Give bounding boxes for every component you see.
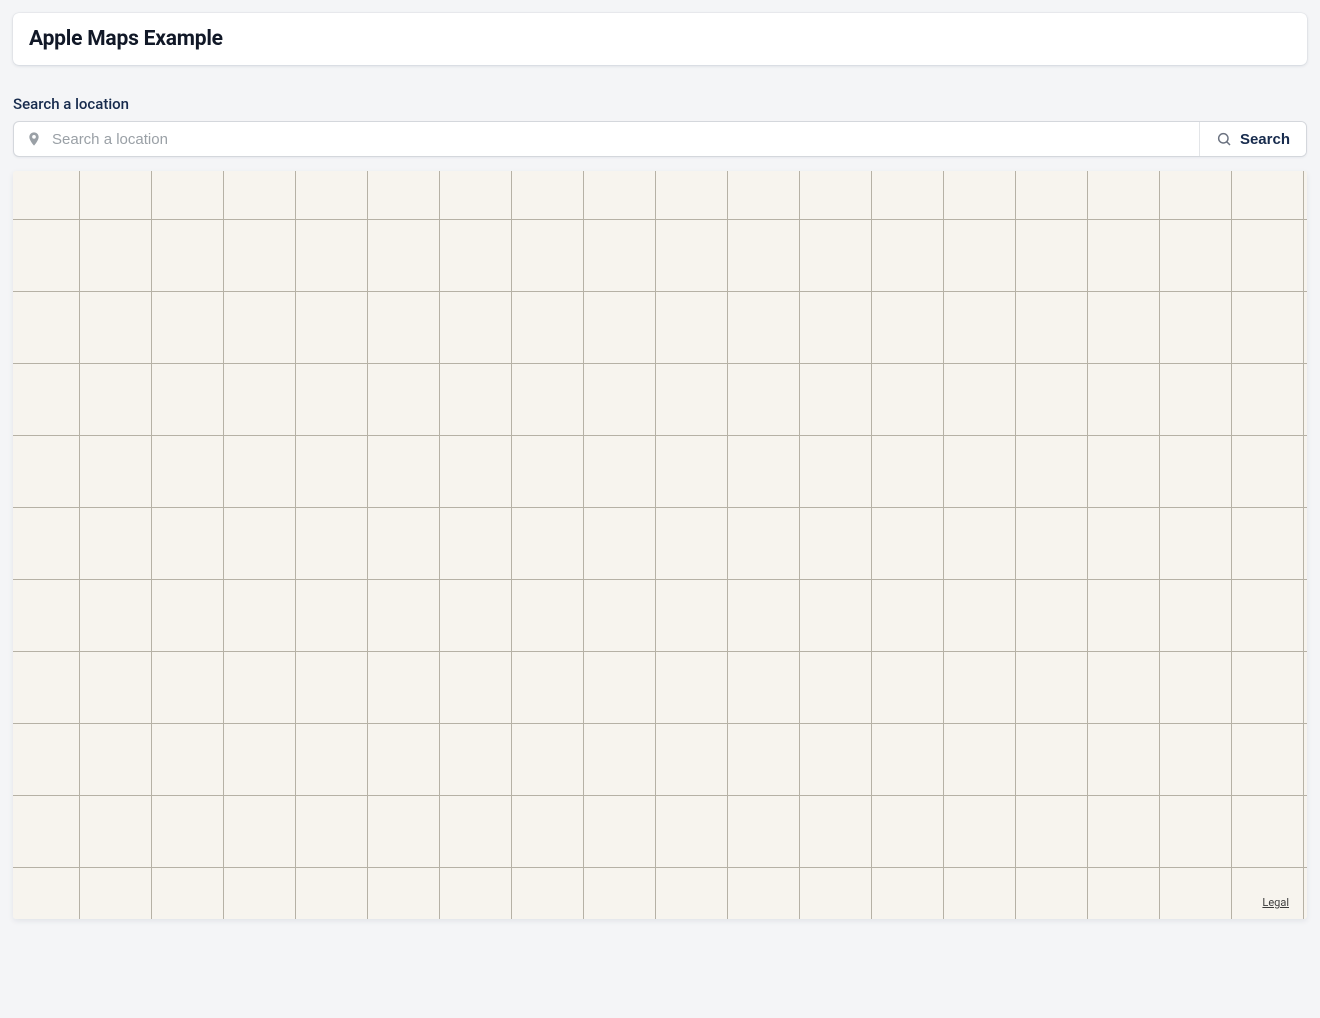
search-label: Search a location [13,95,1307,113]
map-legal-link[interactable]: Legal [1262,896,1289,909]
search-section: Search a location Search [13,95,1307,157]
page-title: Apple Maps Example [29,27,1291,51]
location-pin-icon [26,131,42,147]
header-card: Apple Maps Example [13,13,1307,65]
map-canvas[interactable]: Legal [13,171,1307,919]
search-icon [1216,131,1232,147]
search-row: Search [13,121,1307,157]
search-input[interactable] [52,131,1187,148]
map-grid [13,171,1307,919]
search-button-label: Search [1240,131,1290,148]
search-input-wrap [14,122,1199,156]
search-button[interactable]: Search [1200,122,1306,156]
